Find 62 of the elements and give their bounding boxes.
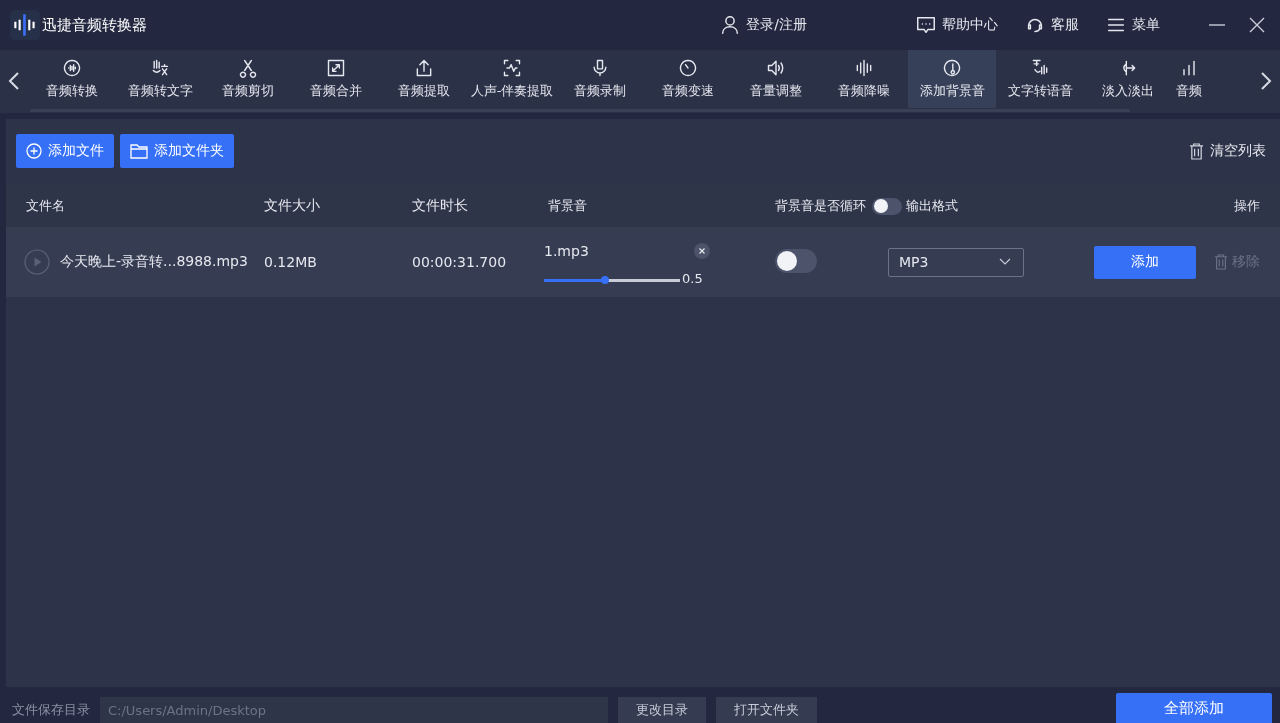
background-file-name: 1.mp3 xyxy=(544,242,589,259)
trash-icon xyxy=(1214,254,1228,270)
add-all-button[interactable]: 全部添加 xyxy=(1116,693,1272,723)
open-folder-button[interactable]: 打开文件夹 xyxy=(716,697,817,723)
tool-tab[interactable]: 音频转换 xyxy=(28,50,116,108)
chat-bubble-icon xyxy=(915,14,937,36)
add-button[interactable]: 添加 xyxy=(1094,245,1196,279)
add-folder-button[interactable]: 添加文件夹 xyxy=(120,134,234,168)
tool-tab[interactable]: 音频 xyxy=(1172,50,1206,108)
tool-tab[interactable]: 音频转文字 xyxy=(116,50,204,108)
loop-toggle[interactable] xyxy=(775,248,817,273)
column-header: 输出格式 xyxy=(906,197,959,215)
tool-tab[interactable]: 音频合并 xyxy=(292,50,380,108)
service-button[interactable]: 客服 xyxy=(1024,14,1079,36)
merge-icon xyxy=(326,58,346,78)
app-title: 迅捷音频转换器 xyxy=(42,15,147,35)
file-duration: 00:00:31.700 xyxy=(412,254,508,270)
volume-slider[interactable] xyxy=(544,278,680,282)
file-name: 今天晚上-录音转...8988.mp3 xyxy=(60,253,248,271)
plus-icon xyxy=(26,143,42,159)
chevron-down-icon xyxy=(999,258,1011,266)
tool-tab[interactable]: 文字转语音 xyxy=(996,50,1084,108)
waveform-icon xyxy=(62,58,82,78)
help-button[interactable]: 帮助中心 xyxy=(915,14,998,36)
app-logo-icon xyxy=(10,10,40,40)
tool-tab[interactable]: 人声-伴奏提取 xyxy=(468,50,556,108)
tool-tab[interactable]: 淡入淡出 xyxy=(1084,50,1172,108)
hand-text-icon xyxy=(150,58,170,78)
column-header: 文件名 xyxy=(26,197,66,215)
remove-background-icon[interactable] xyxy=(694,242,710,259)
tool-tab[interactable]: 音频录制 xyxy=(556,50,644,108)
tool-tab[interactable]: 音频降噪 xyxy=(820,50,908,108)
speaker-icon xyxy=(766,58,786,78)
tool-tab[interactable]: 添加背景音 xyxy=(908,50,996,108)
upload-icon xyxy=(414,58,434,78)
file-size: 0.12MB xyxy=(264,254,318,270)
format-dropdown[interactable]: MP3 xyxy=(888,247,1024,277)
close-icon[interactable] xyxy=(1248,16,1266,34)
loop-all-toggle[interactable] xyxy=(872,197,902,215)
equalizer-icon xyxy=(854,58,874,78)
music-note-icon xyxy=(942,58,962,78)
trash-icon xyxy=(1189,142,1204,160)
user-button[interactable]: 登录/注册 xyxy=(719,14,807,36)
volume-value: 0.5 xyxy=(682,270,703,286)
tool-tab[interactable]: 音频变速 xyxy=(644,50,732,108)
voice-scan-icon xyxy=(502,58,522,78)
change-directory-button[interactable]: 更改目录 xyxy=(618,697,706,723)
tool-tab[interactable]: 音量调整 xyxy=(732,50,820,108)
clear-list-button[interactable]: 清空列表 xyxy=(1189,142,1266,160)
speed-dial-icon xyxy=(678,58,698,78)
tool-tab[interactable]: 音频提取 xyxy=(380,50,468,108)
save-directory-label: 文件保存目录 xyxy=(12,701,90,719)
menu-button[interactable]: 菜单 xyxy=(1105,14,1160,36)
scissors-icon xyxy=(238,58,258,78)
folder-icon xyxy=(130,143,148,159)
column-header: 背景音是否循环 xyxy=(731,197,906,215)
column-header: 操作 xyxy=(1234,197,1260,215)
column-header: 文件时长 xyxy=(412,197,469,215)
add-file-button[interactable]: 添加文件 xyxy=(16,134,114,168)
column-header: 背景音 xyxy=(548,197,588,215)
column-header: 文件大小 xyxy=(264,197,321,215)
tool-tab[interactable]: 音频剪切 xyxy=(204,50,292,108)
